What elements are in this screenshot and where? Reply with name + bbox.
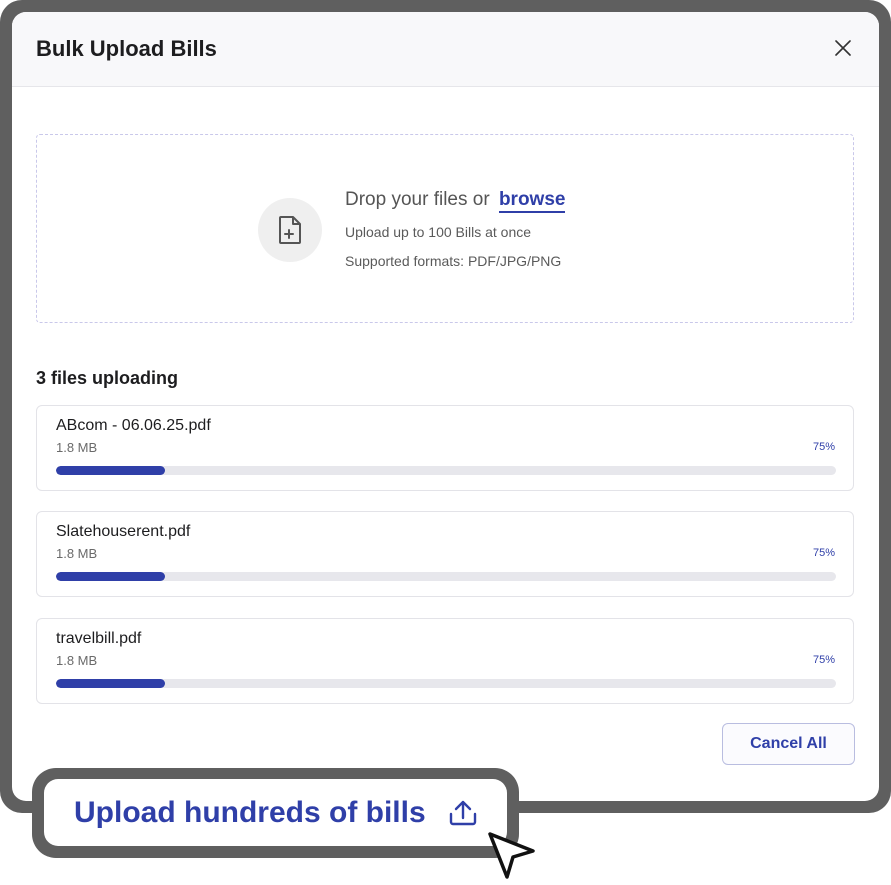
file-size: 1.8 MB [56,546,98,561]
cancel-all-button[interactable]: Cancel All [722,723,855,765]
screenshot-frame: Bulk Upload Bills Drop your files or bro… [0,0,891,813]
file-upload-card: travelbill.pdf 1.8 MB 75% [36,618,854,704]
file-progress-percent: 75% [812,441,835,453]
file-add-icon-circle [258,198,322,262]
dropzone-prompt-line: Drop your files or browse [345,189,566,213]
bulk-upload-modal: Bulk Upload Bills Drop your files or bro… [12,12,879,801]
progress-bar-fill [56,572,166,581]
file-upload-card: Slatehouserent.pdf 1.8 MB 75% [36,511,854,597]
file-upload-card: ABcom - 06.06.25.pdf 1.8 MB 75% [36,405,854,491]
file-progress-percent: 75% [812,547,835,559]
upload-icon [449,800,477,826]
close-button[interactable] [833,38,853,58]
progress-bar-track [56,466,836,475]
dropzone-prompt: Drop your files or [345,189,490,210]
modal-title: Bulk Upload Bills [36,36,217,61]
file-size: 1.8 MB [56,440,98,455]
file-add-icon [279,216,301,244]
progress-bar-fill [56,466,166,475]
modal-header: Bulk Upload Bills [12,12,879,87]
callout-label: Upload hundreds of bills [74,795,426,829]
file-dropzone[interactable]: Drop your files or browse Upload up to 1… [36,134,854,323]
file-name: ABcom - 06.06.25.pdf [56,417,211,434]
dropzone-limit-text: Upload up to 100 Bills at once [345,224,532,240]
file-name: travelbill.pdf [56,630,142,647]
progress-bar-track [56,679,836,688]
file-size: 1.8 MB [56,653,98,668]
dropzone-text: Drop your files or browse Upload up to 1… [345,189,566,269]
callout-frame: Upload hundreds of bills [32,768,519,858]
upload-hundreds-button[interactable]: Upload hundreds of bills [44,779,507,846]
uploads-section-title: 3 files uploading [36,368,179,388]
close-icon [835,40,851,56]
progress-bar-fill [56,679,166,688]
cursor-arrow-icon [488,832,535,879]
file-progress-percent: 75% [812,654,835,666]
dropzone-formats-text: Supported formats: PDF/JPG/PNG [345,253,562,269]
progress-bar-track [56,572,836,581]
file-name: Slatehouserent.pdf [56,523,191,540]
browse-link[interactable]: browse [498,189,566,213]
